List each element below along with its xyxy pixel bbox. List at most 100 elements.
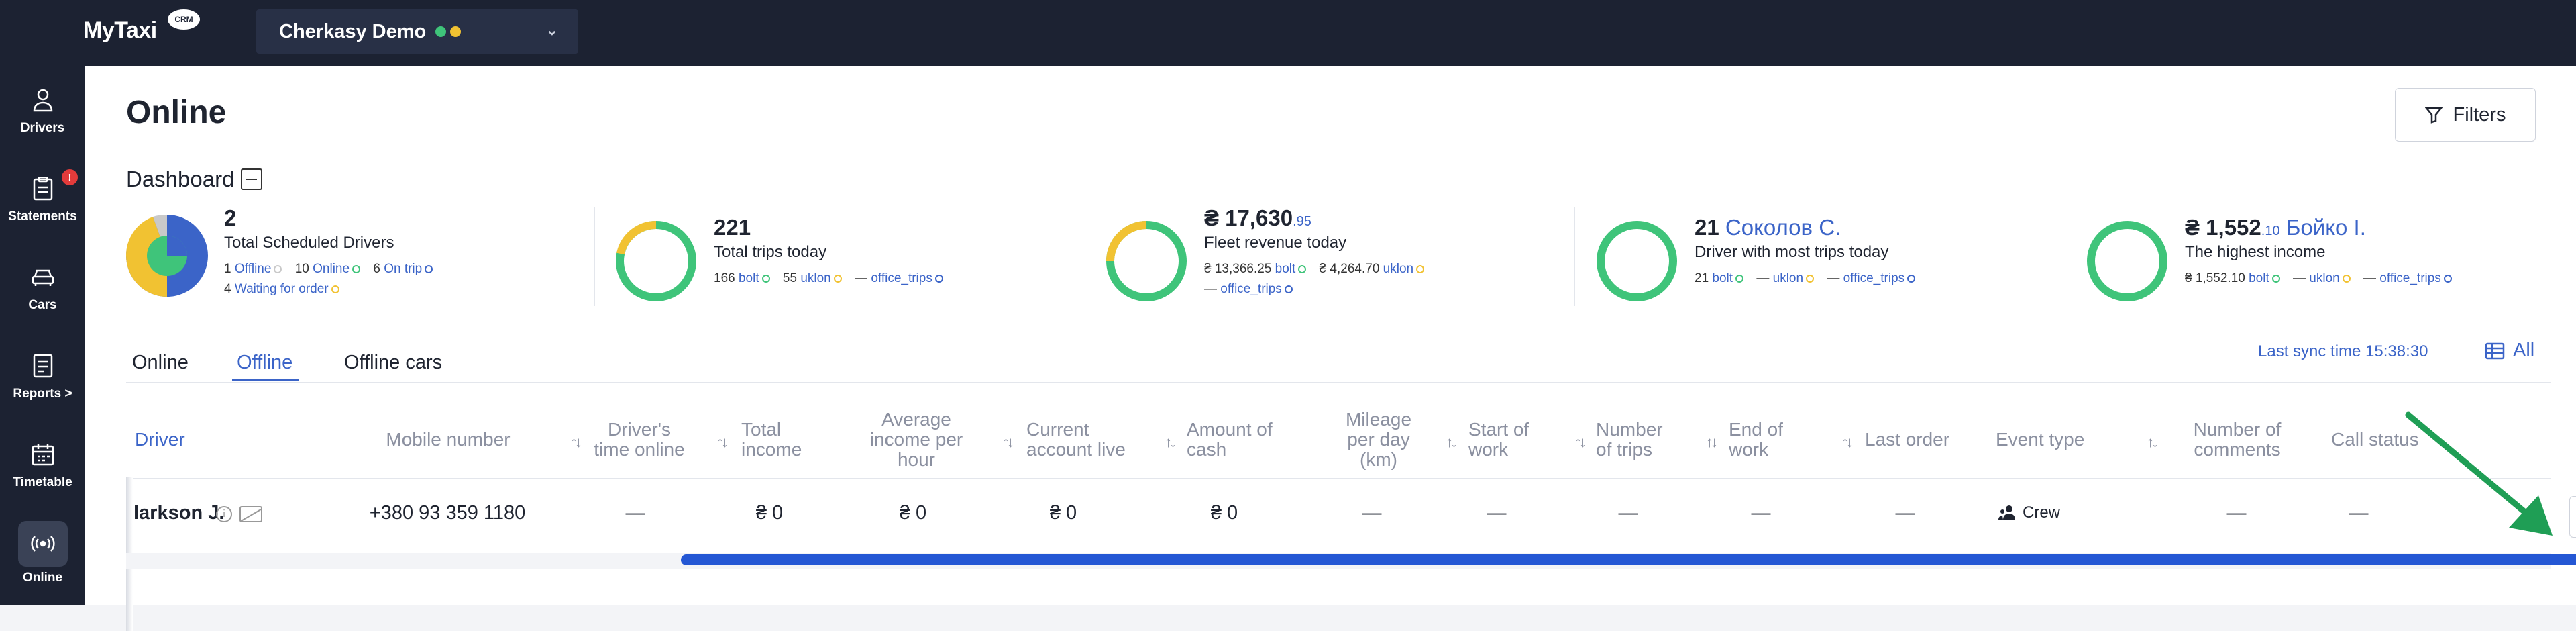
sidebar-item-drivers[interactable]: Drivers <box>0 86 85 136</box>
top-driver-trips: 21 Соколов С. <box>1695 215 2070 240</box>
view-all-label: All <box>2513 340 2535 361</box>
legend-label: office_trips <box>1843 271 1905 285</box>
col-last-order[interactable]: Last order <box>1865 430 1972 450</box>
legend-label: On trip <box>384 262 423 276</box>
company-name: Cherkasy Demo <box>279 20 427 42</box>
dashboard-label: Dashboard <box>126 166 235 191</box>
legend-value: — <box>1204 282 1217 296</box>
app-logo[interactable]: MyTaxi <box>83 17 157 44</box>
broadcast-icon <box>17 521 68 567</box>
legend-label: Offline <box>234 262 272 276</box>
col-number-of-trips[interactable]: Number of trips <box>1596 420 1683 460</box>
sort-icon[interactable]: ↑↓ <box>1446 434 1458 451</box>
horizontal-scrollbar-thumb[interactable] <box>681 554 2576 565</box>
legend-label: uklon <box>800 271 831 285</box>
sort-icon[interactable]: ↑↓ <box>1002 434 1014 451</box>
top-driver-name[interactable]: Соколов С. <box>1725 215 1841 240</box>
legend-value: ₴ 4,264.70 <box>1319 262 1380 276</box>
view-all-button[interactable]: All <box>2485 340 2534 362</box>
number-of-comments: — <box>2226 502 2247 524</box>
mileage: — <box>1362 502 1382 524</box>
main-content: Online Filters Dashboard 2 Total Schedul… <box>85 66 2576 631</box>
card-hidden-icon[interactable] <box>239 506 263 522</box>
col-mobile-number[interactable]: Mobile number <box>368 430 529 450</box>
col-time-online[interactable]: Driver's time online <box>592 420 686 460</box>
income-cents: .10 <box>2261 224 2280 238</box>
time-online: — <box>625 502 645 524</box>
sidebar-item-label: Statements <box>8 209 77 224</box>
legend-ring-icon <box>352 264 361 273</box>
legend-value: 4 <box>224 282 231 296</box>
revenue-amount: ₴ 17,630.95 <box>1204 205 1580 231</box>
legend-label: bolt <box>1712 271 1733 285</box>
col-event-type[interactable]: Event type <box>1996 430 2103 450</box>
sort-icon[interactable]: ↑↓ <box>570 434 582 451</box>
sort-icon[interactable]: ↑↓ <box>1165 434 1177 451</box>
legend-value: — <box>2363 271 2376 285</box>
sidebar-item-online[interactable]: Online <box>0 521 85 585</box>
start-of-work: — <box>1487 502 1507 524</box>
sidebar-item-reports[interactable]: Reports > <box>0 352 85 401</box>
sort-icon[interactable]: ↑↓ <box>716 434 729 451</box>
sort-icon[interactable]: ↑↓ <box>2147 434 2159 451</box>
legend-ring-icon <box>1284 285 1293 293</box>
legend-label: office_trips <box>1220 282 1282 296</box>
col-mileage[interactable]: Mileage per day (km) <box>1332 409 1426 470</box>
col-start-of-work[interactable]: Start of work <box>1468 420 1549 460</box>
scheduled-label: Total Scheduled Drivers <box>224 234 394 252</box>
income-driver-name[interactable]: Бойко І. <box>2286 215 2366 240</box>
scheduled-legend: 1 Offline 10 Online 6 On trip 4 Waiting … <box>224 259 600 299</box>
driver-name[interactable]: larkson J. <box>133 502 224 524</box>
col-driver[interactable]: Driver <box>135 430 185 450</box>
account-live: ₴ 0 <box>1049 502 1077 524</box>
col-avg-income[interactable]: Average income per hour <box>859 409 973 470</box>
user-icon <box>29 86 57 114</box>
filters-label: Filters <box>2453 103 2506 126</box>
mobile-number[interactable]: +380 93 359 1180 <box>354 502 541 524</box>
legend-ring-icon <box>1907 274 1916 283</box>
company-selector[interactable]: Cherkasy Demo ⌄ <box>256 9 578 54</box>
col-account-live[interactable]: Current account live <box>1026 420 1140 460</box>
legend-ring-icon <box>331 285 339 293</box>
sidebar-item-statements[interactable]: ! Statements <box>0 169 85 224</box>
legend-label: bolt <box>1275 262 1296 276</box>
col-end-of-work[interactable]: End of work <box>1729 420 1809 460</box>
card-divider <box>594 207 595 306</box>
legend-value: 1 <box>224 262 231 276</box>
car-icon <box>29 263 57 291</box>
sort-icon[interactable]: ↑↓ <box>1706 434 1718 451</box>
status-dot-yellow-icon <box>450 26 462 37</box>
tab-offline-cars[interactable]: Offline cars <box>344 352 442 374</box>
legend-value: 166 <box>714 271 735 285</box>
tab-offline[interactable]: Offline <box>237 352 292 374</box>
sort-icon[interactable]: ↑↓ <box>1841 434 1854 451</box>
sidebar-item-label: Online <box>22 571 63 585</box>
sort-icon[interactable]: ↑↓ <box>1574 434 1587 451</box>
legend-value: — <box>1827 271 1840 285</box>
drivers-pie-chart <box>126 215 208 297</box>
legend-ring-icon <box>761 274 770 283</box>
status-dot-green-icon <box>435 26 447 37</box>
info-icon[interactable]: i <box>216 506 232 522</box>
col-total-income[interactable]: Total income <box>741 420 808 460</box>
revenue-value: ₴ 17,630 <box>1204 205 1293 230</box>
filters-button[interactable]: Filters <box>2395 88 2536 142</box>
tab-online[interactable]: Online <box>132 352 189 374</box>
col-cash[interactable]: Amount of cash <box>1187 420 1287 460</box>
alert-badge: ! <box>62 169 78 185</box>
sidebar-item-timetable[interactable]: Timetable <box>0 440 85 490</box>
revenue-label: Fleet revenue today <box>1204 234 1347 252</box>
legend-label: bolt <box>2249 271 2269 285</box>
legend-value: 6 <box>373 262 380 276</box>
col-number-of-comments[interactable]: Number of comments <box>2184 420 2291 460</box>
collapse-icon[interactable] <box>241 168 263 190</box>
active-tab-indicator <box>232 379 299 381</box>
sidebar-item-label: Timetable <box>13 475 72 489</box>
highest-income: ₴ 1,552.10 Бойко І. <box>2185 215 2576 240</box>
sidebar-item-label: Cars <box>28 298 57 312</box>
last-sync-time: Last sync time 15:38:30 <box>2258 342 2428 360</box>
sidebar-item-cars[interactable]: Cars <box>0 263 85 313</box>
dashboard-title: Dashboard <box>126 166 263 192</box>
legend-label: Online <box>313 262 350 276</box>
legend-ring-icon <box>1416 264 1425 273</box>
